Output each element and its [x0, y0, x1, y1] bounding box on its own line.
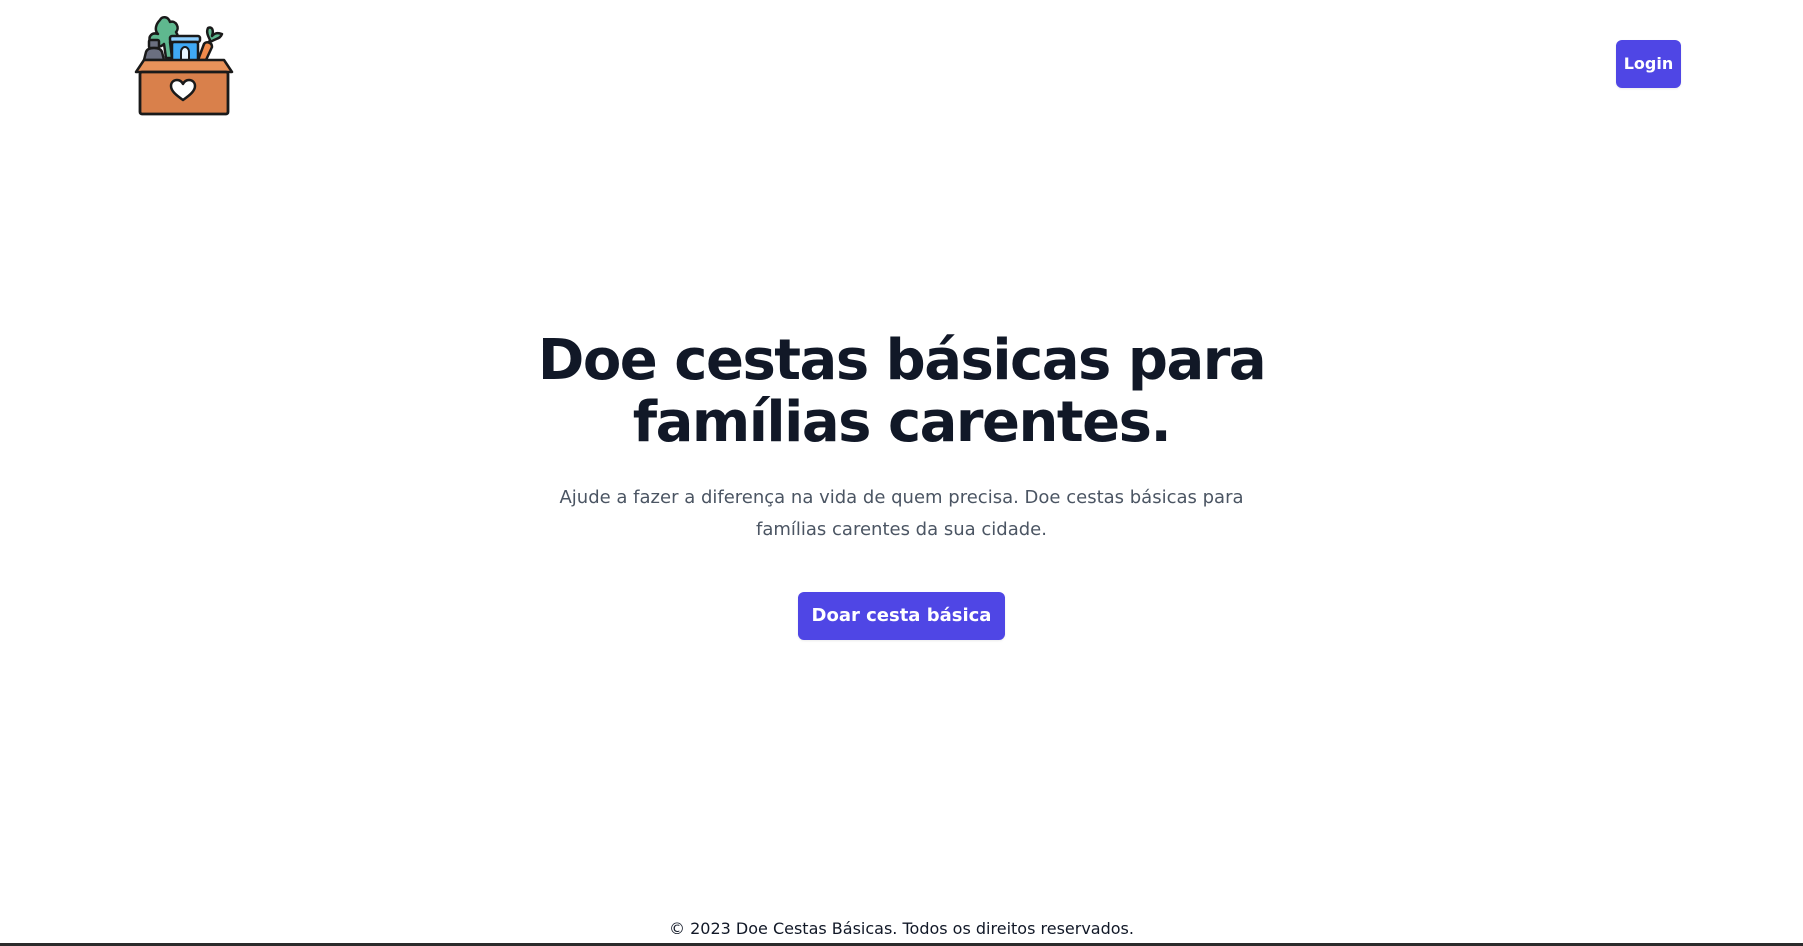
site-header: Login [0, 0, 1803, 130]
hero-subtitle: Ajude a fazer a diferença na vida de que… [559, 487, 1244, 540]
page: Login Doe cestas básicas para famílias c… [0, 0, 1803, 946]
donate-basket-button[interactable]: Doar cesta básica [797, 592, 1006, 640]
login-button[interactable]: Login [1616, 40, 1681, 88]
logo[interactable] [132, 14, 234, 118]
hero-title: Doe cestas básicas para famílias carente… [537, 328, 1267, 455]
hero-section: Doe cestas básicas para famílias carente… [0, 330, 1803, 640]
grocery-donation-box-icon [134, 16, 234, 116]
footer-copyright: © 2023 Doe Cestas Básicas. Todos os dire… [669, 919, 1134, 938]
